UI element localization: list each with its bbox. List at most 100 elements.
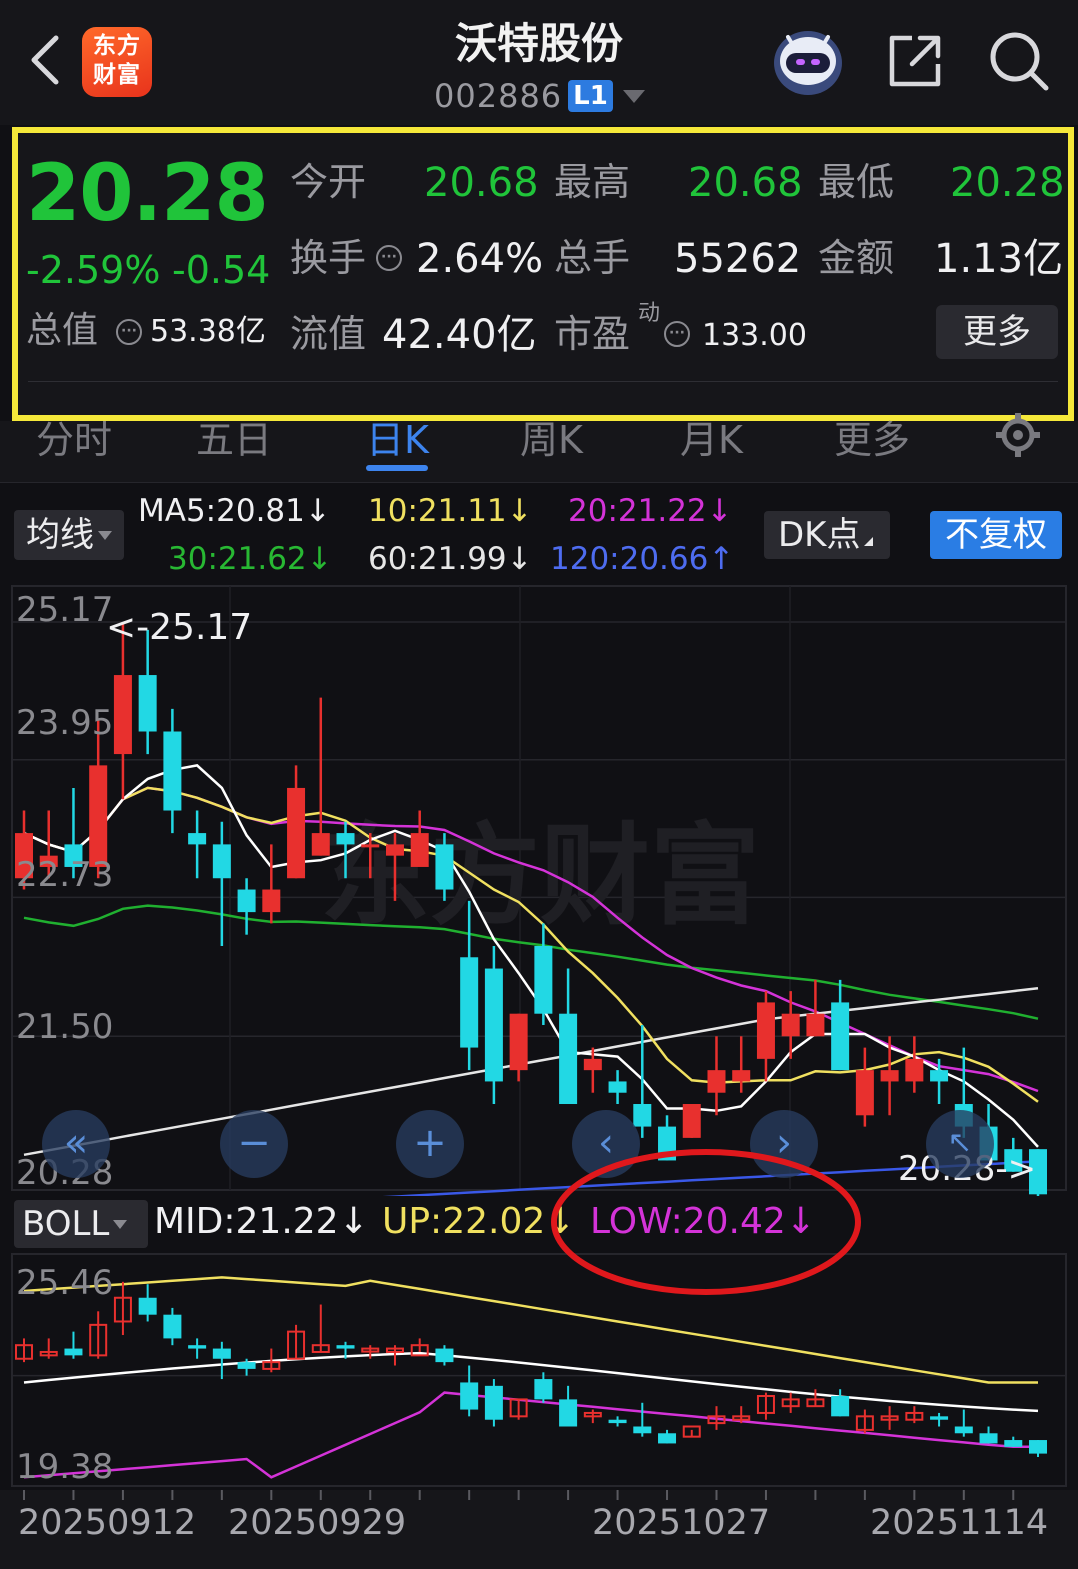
amount-value: 1.13亿	[934, 236, 1064, 282]
float-cap-value: 42.40亿	[382, 312, 537, 358]
change-amount: -0.54	[172, 248, 271, 292]
candle-body	[534, 1379, 553, 1400]
scroll-to-start-button[interactable]: «	[42, 1110, 110, 1178]
candle-body	[311, 833, 330, 856]
boll-candle	[188, 1338, 207, 1359]
candle-body	[756, 1002, 775, 1059]
candle-body	[979, 1433, 998, 1444]
candle	[262, 844, 281, 924]
candle	[188, 810, 207, 879]
app-logo[interactable]: 东方 财富	[82, 27, 152, 97]
quote-summary-panel: 20.28 -2.59% -0.54 总值 ··· 53.38亿 今开 20.6…	[12, 127, 1074, 421]
indicator-selector[interactable]: 均线	[14, 510, 124, 560]
annotation-ellipse	[551, 1149, 861, 1295]
ai-assistant-robot-icon[interactable]	[770, 25, 846, 97]
last-price: 20.28	[26, 149, 269, 239]
candle-body	[954, 1426, 973, 1434]
candle	[732, 1036, 751, 1093]
share-icon[interactable]	[884, 30, 946, 92]
market-cap-value: 53.38亿	[150, 314, 266, 349]
candle	[559, 968, 578, 1105]
expand-chart-button[interactable]: ↖	[926, 1110, 994, 1178]
settings-gear-icon[interactable]	[992, 409, 1044, 461]
more-quote-button[interactable]: 更多	[936, 305, 1058, 359]
boll-candle	[608, 1416, 627, 1427]
candle-body	[385, 844, 404, 856]
no-adjust-button[interactable]: 不复权	[930, 511, 1062, 559]
x-axis: 20250912 20250929 20251027 20251114	[0, 1490, 1078, 1569]
amount-label: 金额	[818, 236, 895, 280]
zoom-out-button[interactable]: −	[220, 1110, 288, 1178]
candle-body	[559, 1399, 578, 1427]
candle-body	[336, 1345, 355, 1349]
boll-legend: BOLL MID:21.22↓ UP:22.02↓ LOW:20.42↓	[0, 1196, 1078, 1252]
y-tick: 19.38	[16, 1447, 114, 1487]
boll-candle	[1029, 1440, 1047, 1457]
boll-candle	[831, 1389, 850, 1417]
candle-body	[138, 1297, 157, 1315]
candle-body	[484, 1385, 503, 1420]
tab-daily-k[interactable]: 日K	[366, 421, 429, 459]
candle-body	[608, 1081, 627, 1093]
search-icon[interactable]	[986, 28, 1052, 94]
info-icon[interactable]: ···	[664, 321, 690, 347]
boll-candle	[39, 1338, 58, 1359]
boll-candle	[658, 1429, 677, 1444]
boll-candle	[880, 1406, 899, 1430]
boll-candle	[509, 1398, 528, 1420]
tab-weekly-k[interactable]: 周K	[520, 421, 583, 459]
boll-candle	[905, 1406, 924, 1424]
tab-intraday[interactable]: 分时	[36, 421, 112, 459]
zoom-in-button[interactable]: +	[396, 1110, 464, 1178]
candle-body	[484, 968, 503, 1082]
high-value: 20.68	[688, 160, 803, 206]
x-tick-label: 20251027	[592, 1503, 771, 1543]
float-cap-label: 流值	[290, 312, 367, 356]
boll-candle	[633, 1402, 652, 1437]
level-badge: L1	[568, 80, 613, 112]
dk-point-label: DK点	[778, 515, 861, 555]
candle	[509, 1013, 528, 1082]
sub-indicator-selector[interactable]: BOLL	[14, 1200, 148, 1248]
candle-body	[781, 1013, 800, 1037]
info-icon[interactable]: ···	[116, 319, 142, 345]
candle-body	[880, 1070, 899, 1082]
max-price-marker: <-25.17	[106, 607, 253, 648]
chevron-down-icon	[622, 89, 645, 103]
candle	[163, 708, 182, 834]
candle-body	[509, 1013, 528, 1071]
candle-body	[163, 731, 182, 811]
candle-body	[460, 1382, 479, 1410]
candle-body	[460, 957, 479, 1048]
dk-point-toggle[interactable]: DK点	[764, 511, 890, 559]
boll-candle	[930, 1412, 949, 1427]
x-tick-label: 20250912	[18, 1503, 197, 1543]
boll-mid: MID:21.22↓	[154, 1201, 369, 1242]
stock-code: 002886	[434, 77, 563, 115]
candle-body	[237, 889, 256, 913]
stock-name[interactable]: 沃特股份	[380, 10, 698, 71]
x-tick-label: 20250929	[228, 1503, 407, 1543]
boll-candle	[756, 1392, 775, 1420]
candle-body	[583, 1058, 602, 1071]
back-arrow-icon[interactable]	[22, 30, 66, 90]
pe-dynamic-superscript: 动	[638, 301, 661, 326]
candlestick-chart[interactable]: 东方财富	[0, 584, 1078, 1196]
volume-value: 55262	[674, 236, 802, 282]
high-label: 最高	[554, 160, 631, 204]
boll-chart[interactable]	[0, 1252, 1078, 1490]
info-icon[interactable]: ···	[376, 245, 402, 271]
stock-code-row[interactable]: 002886 L1	[434, 76, 645, 116]
candle-body	[435, 844, 454, 890]
boll-candle	[15, 1338, 33, 1363]
tab-more[interactable]: 更多	[834, 421, 910, 459]
boll-candle	[89, 1311, 108, 1359]
candle	[905, 1036, 924, 1093]
x-axis-ticks	[23, 1490, 1015, 1500]
candle-body	[1004, 1440, 1023, 1447]
candle-body	[89, 765, 108, 867]
tab-five-day[interactable]: 五日	[196, 421, 272, 459]
candle	[682, 1104, 701, 1138]
candle	[113, 622, 132, 800]
tab-monthly-k[interactable]: 月K	[680, 421, 743, 459]
